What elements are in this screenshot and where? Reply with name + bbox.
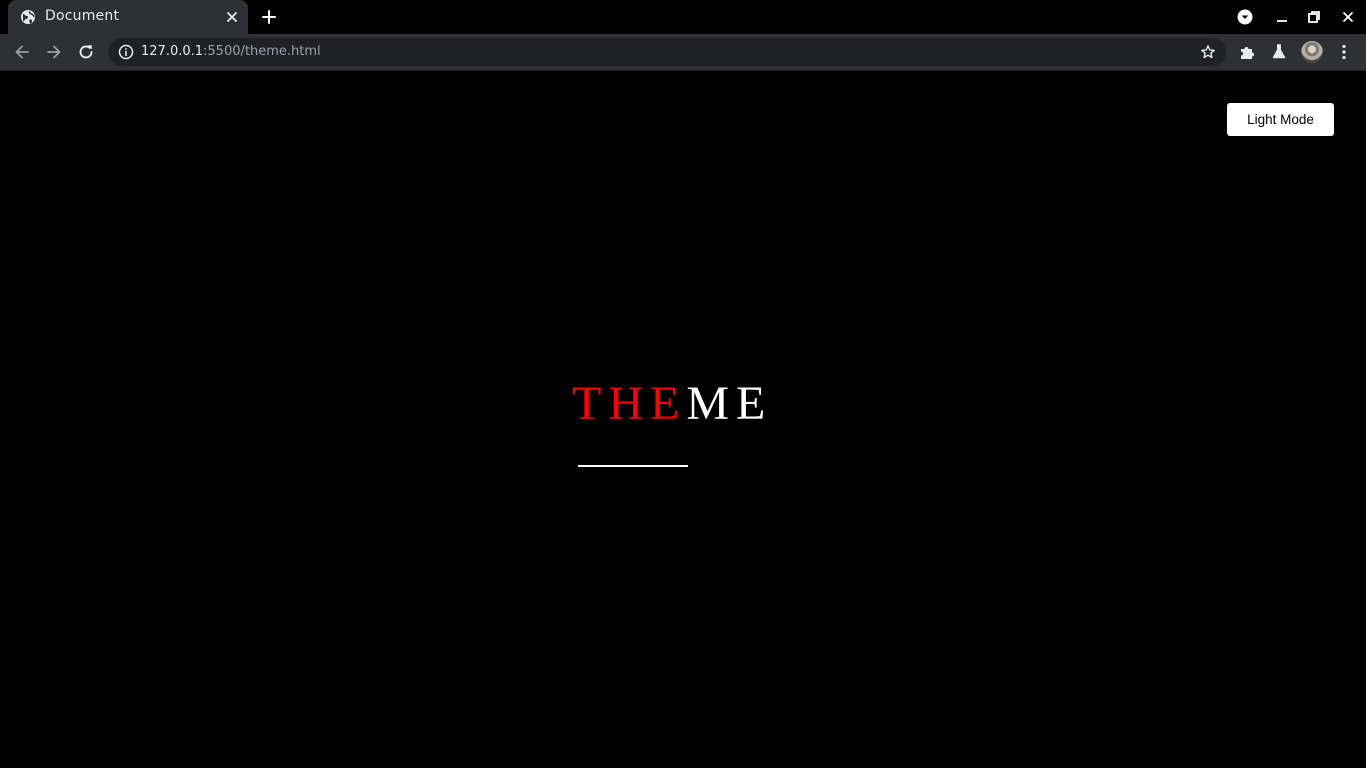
address-url[interactable]: 127.0.0.1:5500/theme.html (141, 44, 321, 60)
window-close-icon[interactable] (1340, 9, 1356, 25)
tab-title: Document (45, 8, 120, 24)
url-path: :5500/theme.html (203, 44, 321, 59)
globe-icon (21, 10, 35, 24)
site-info-icon[interactable] (118, 44, 134, 60)
profile-avatar[interactable] (1301, 41, 1323, 63)
labs-flask-icon[interactable] (1270, 43, 1288, 61)
url-host: 127.0.0.1 (141, 44, 204, 59)
tab-strip: Document (0, 0, 1366, 34)
forward-arrow-icon[interactable] (44, 42, 64, 62)
menu-kebab-icon[interactable] (1335, 43, 1353, 61)
bookmark-star-icon[interactable] (1200, 44, 1216, 60)
address-bar[interactable]: 127.0.0.1:5500/theme.html (108, 38, 1226, 66)
page-content: Light Mode THEME (0, 71, 1366, 768)
back-arrow-icon[interactable] (12, 42, 32, 62)
light-mode-button[interactable]: Light Mode (1227, 103, 1334, 136)
reload-icon[interactable] (76, 42, 96, 62)
new-tab-plus-icon[interactable] (260, 8, 278, 26)
minimize-icon[interactable] (1274, 9, 1290, 25)
title-white-part: ME (686, 377, 773, 430)
extensions-puzzle-icon[interactable] (1238, 43, 1256, 61)
restore-icon[interactable] (1306, 9, 1322, 25)
title-red-part: THE (572, 377, 687, 430)
tab-document[interactable]: Document (8, 0, 248, 34)
browser-toolbar: 127.0.0.1:5500/theme.html (0, 34, 1366, 71)
title-underline (578, 465, 688, 467)
page-title: THEME (572, 376, 772, 432)
tab-search-dropdown-icon[interactable] (1237, 9, 1253, 25)
browser-window: Document 127.0.0.1:5500/theme.html Light… (0, 0, 1366, 768)
close-icon[interactable] (224, 9, 240, 25)
